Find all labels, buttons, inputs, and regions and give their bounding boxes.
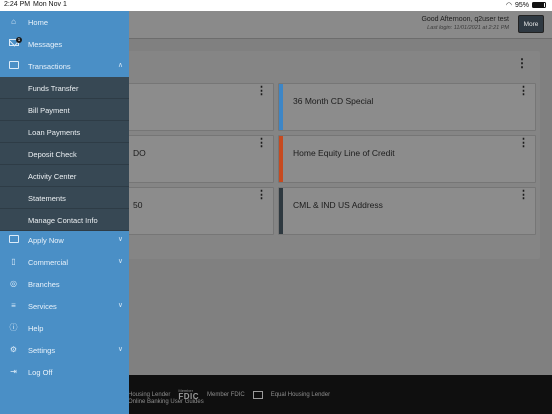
chevron-down-icon: ∨: [117, 302, 123, 309]
account-menu-icon[interactable]: ⋮: [256, 86, 267, 97]
gear-icon: ⚙: [9, 345, 18, 354]
submenu-label: Bill Payment: [28, 106, 70, 115]
battery-icon: [532, 2, 546, 8]
submenu-label: Loan Payments: [28, 128, 81, 137]
nav-home[interactable]: ⌂ Home: [0, 11, 129, 33]
account-name: CML & IND US Address: [293, 200, 383, 210]
nav-home-label: Home: [28, 18, 49, 27]
nav-branches[interactable]: ◎ Branches: [0, 273, 129, 295]
account-name: 36 Month CD Special: [293, 96, 374, 106]
account-color-stripe: [279, 188, 283, 234]
submenu-label: Activity Center: [28, 172, 77, 181]
nav-settings-label: Settings: [28, 346, 56, 355]
account-menu-icon[interactable]: ⋮: [518, 190, 529, 201]
submenu-label: Manage Contact Info: [28, 216, 98, 225]
chevron-down-icon: ∨: [117, 236, 123, 243]
nav-help[interactable]: ⓘ Help: [0, 317, 129, 339]
status-date: Mon Nov 1: [33, 1, 67, 8]
submenu-loan-payments[interactable]: Loan Payments: [0, 121, 129, 143]
account-color-stripe: [279, 84, 283, 130]
map-pin-icon: ◎: [10, 279, 17, 288]
wifi-icon: ◠: [505, 2, 512, 9]
nav-log-off[interactable]: ⇥ Log Off: [0, 361, 129, 383]
chevron-down-icon: ∨: [117, 346, 123, 353]
nav-branches-label: Branches: [28, 280, 60, 289]
list-icon: ≡: [11, 301, 16, 310]
account-menu-icon[interactable]: ⋮: [518, 86, 529, 97]
battery-percent: 95%: [514, 1, 529, 9]
nav-transactions-label: Transactions: [28, 62, 71, 71]
nav-apply-now[interactable]: Apply Now ∨: [0, 229, 129, 251]
panel-menu-icon[interactable]: ⋮: [516, 57, 528, 69]
nav-transactions[interactable]: Transactions ∧: [0, 55, 129, 77]
greeting-text: Good Afternoon, q2user test: [421, 16, 509, 23]
nav-log-off-label: Log Off: [28, 368, 53, 377]
account-menu-icon[interactable]: ⋮: [256, 190, 267, 201]
submenu-deposit-check[interactable]: Deposit Check: [0, 143, 129, 165]
nav-help-label: Help: [28, 324, 44, 333]
nav-services-label: Services: [28, 302, 57, 311]
account-menu-icon[interactable]: ⋮: [256, 138, 267, 149]
submenu-label: Statements: [28, 194, 66, 203]
submenu-funds-transfer[interactable]: Funds Transfer: [0, 77, 129, 99]
housing-lender-text: Housing Lender: [128, 392, 171, 398]
nav-commercial-label: Commercial: [28, 258, 69, 267]
submenu-bill-payment[interactable]: Bill Payment: [0, 99, 129, 121]
home-icon: ⌂: [11, 17, 16, 26]
status-indicators: ◠ 95%: [506, 1, 546, 9]
logout-icon: ⇥: [10, 367, 17, 376]
equal-housing-text: Equal Housing Lender: [270, 392, 331, 398]
submenu-label: Deposit Check: [28, 150, 77, 159]
nav-apply-now-label: Apply Now: [28, 236, 64, 245]
status-bar: 2:24 PM Mon Nov 1 ◠ 95%: [0, 0, 552, 11]
nav-drawer: ⌂ Home 1 Messages Transactions ∧ Funds T…: [0, 11, 129, 414]
account-card[interactable]: CML & IND US Address ⋮: [278, 187, 536, 235]
nav-messages[interactable]: 1 Messages: [0, 33, 129, 55]
status-time: 2:24 PM: [4, 1, 31, 8]
account-card[interactable]: Home Equity Line of Credit ⋮: [278, 135, 536, 183]
more-button[interactable]: More: [518, 15, 544, 33]
chevron-up-icon: ∧: [117, 62, 123, 69]
nav-messages-label: Messages: [28, 40, 63, 49]
card-icon: [8, 61, 19, 71]
account-name: DO: [133, 148, 146, 158]
nav-settings[interactable]: ⚙ Settings ∨: [0, 339, 129, 361]
account-card[interactable]: 36 Month CD Special ⋮: [278, 83, 536, 131]
chevron-down-icon: ∨: [117, 258, 123, 265]
member-fdic-text: Member FDIC: [207, 392, 245, 398]
user-guides-link[interactable]: Online Banking User Guides: [128, 399, 204, 405]
submenu-manage-contact-info[interactable]: Manage Contact Info: [0, 209, 129, 231]
submenu-statements[interactable]: Statements: [0, 187, 129, 209]
nav-services[interactable]: ≡ Services ∨: [0, 295, 129, 317]
card-icon: [8, 235, 19, 245]
nav-commercial[interactable]: ▯ Commercial ∨: [0, 251, 129, 273]
account-color-stripe: [279, 136, 283, 182]
account-name: 50: [133, 200, 143, 210]
building-icon: ▯: [11, 257, 16, 266]
account-menu-icon[interactable]: ⋮: [518, 138, 529, 149]
help-icon: ⓘ: [9, 323, 18, 332]
account-name: Home Equity Line of Credit: [293, 148, 395, 158]
submenu-activity-center[interactable]: Activity Center: [0, 165, 129, 187]
submenu-label: Funds Transfer: [28, 84, 79, 93]
equal-housing-icon: [252, 391, 263, 399]
messages-badge: 1: [16, 37, 22, 43]
last-login-text: Last login: 11/01/2021 at 2:21 PM: [427, 25, 509, 31]
